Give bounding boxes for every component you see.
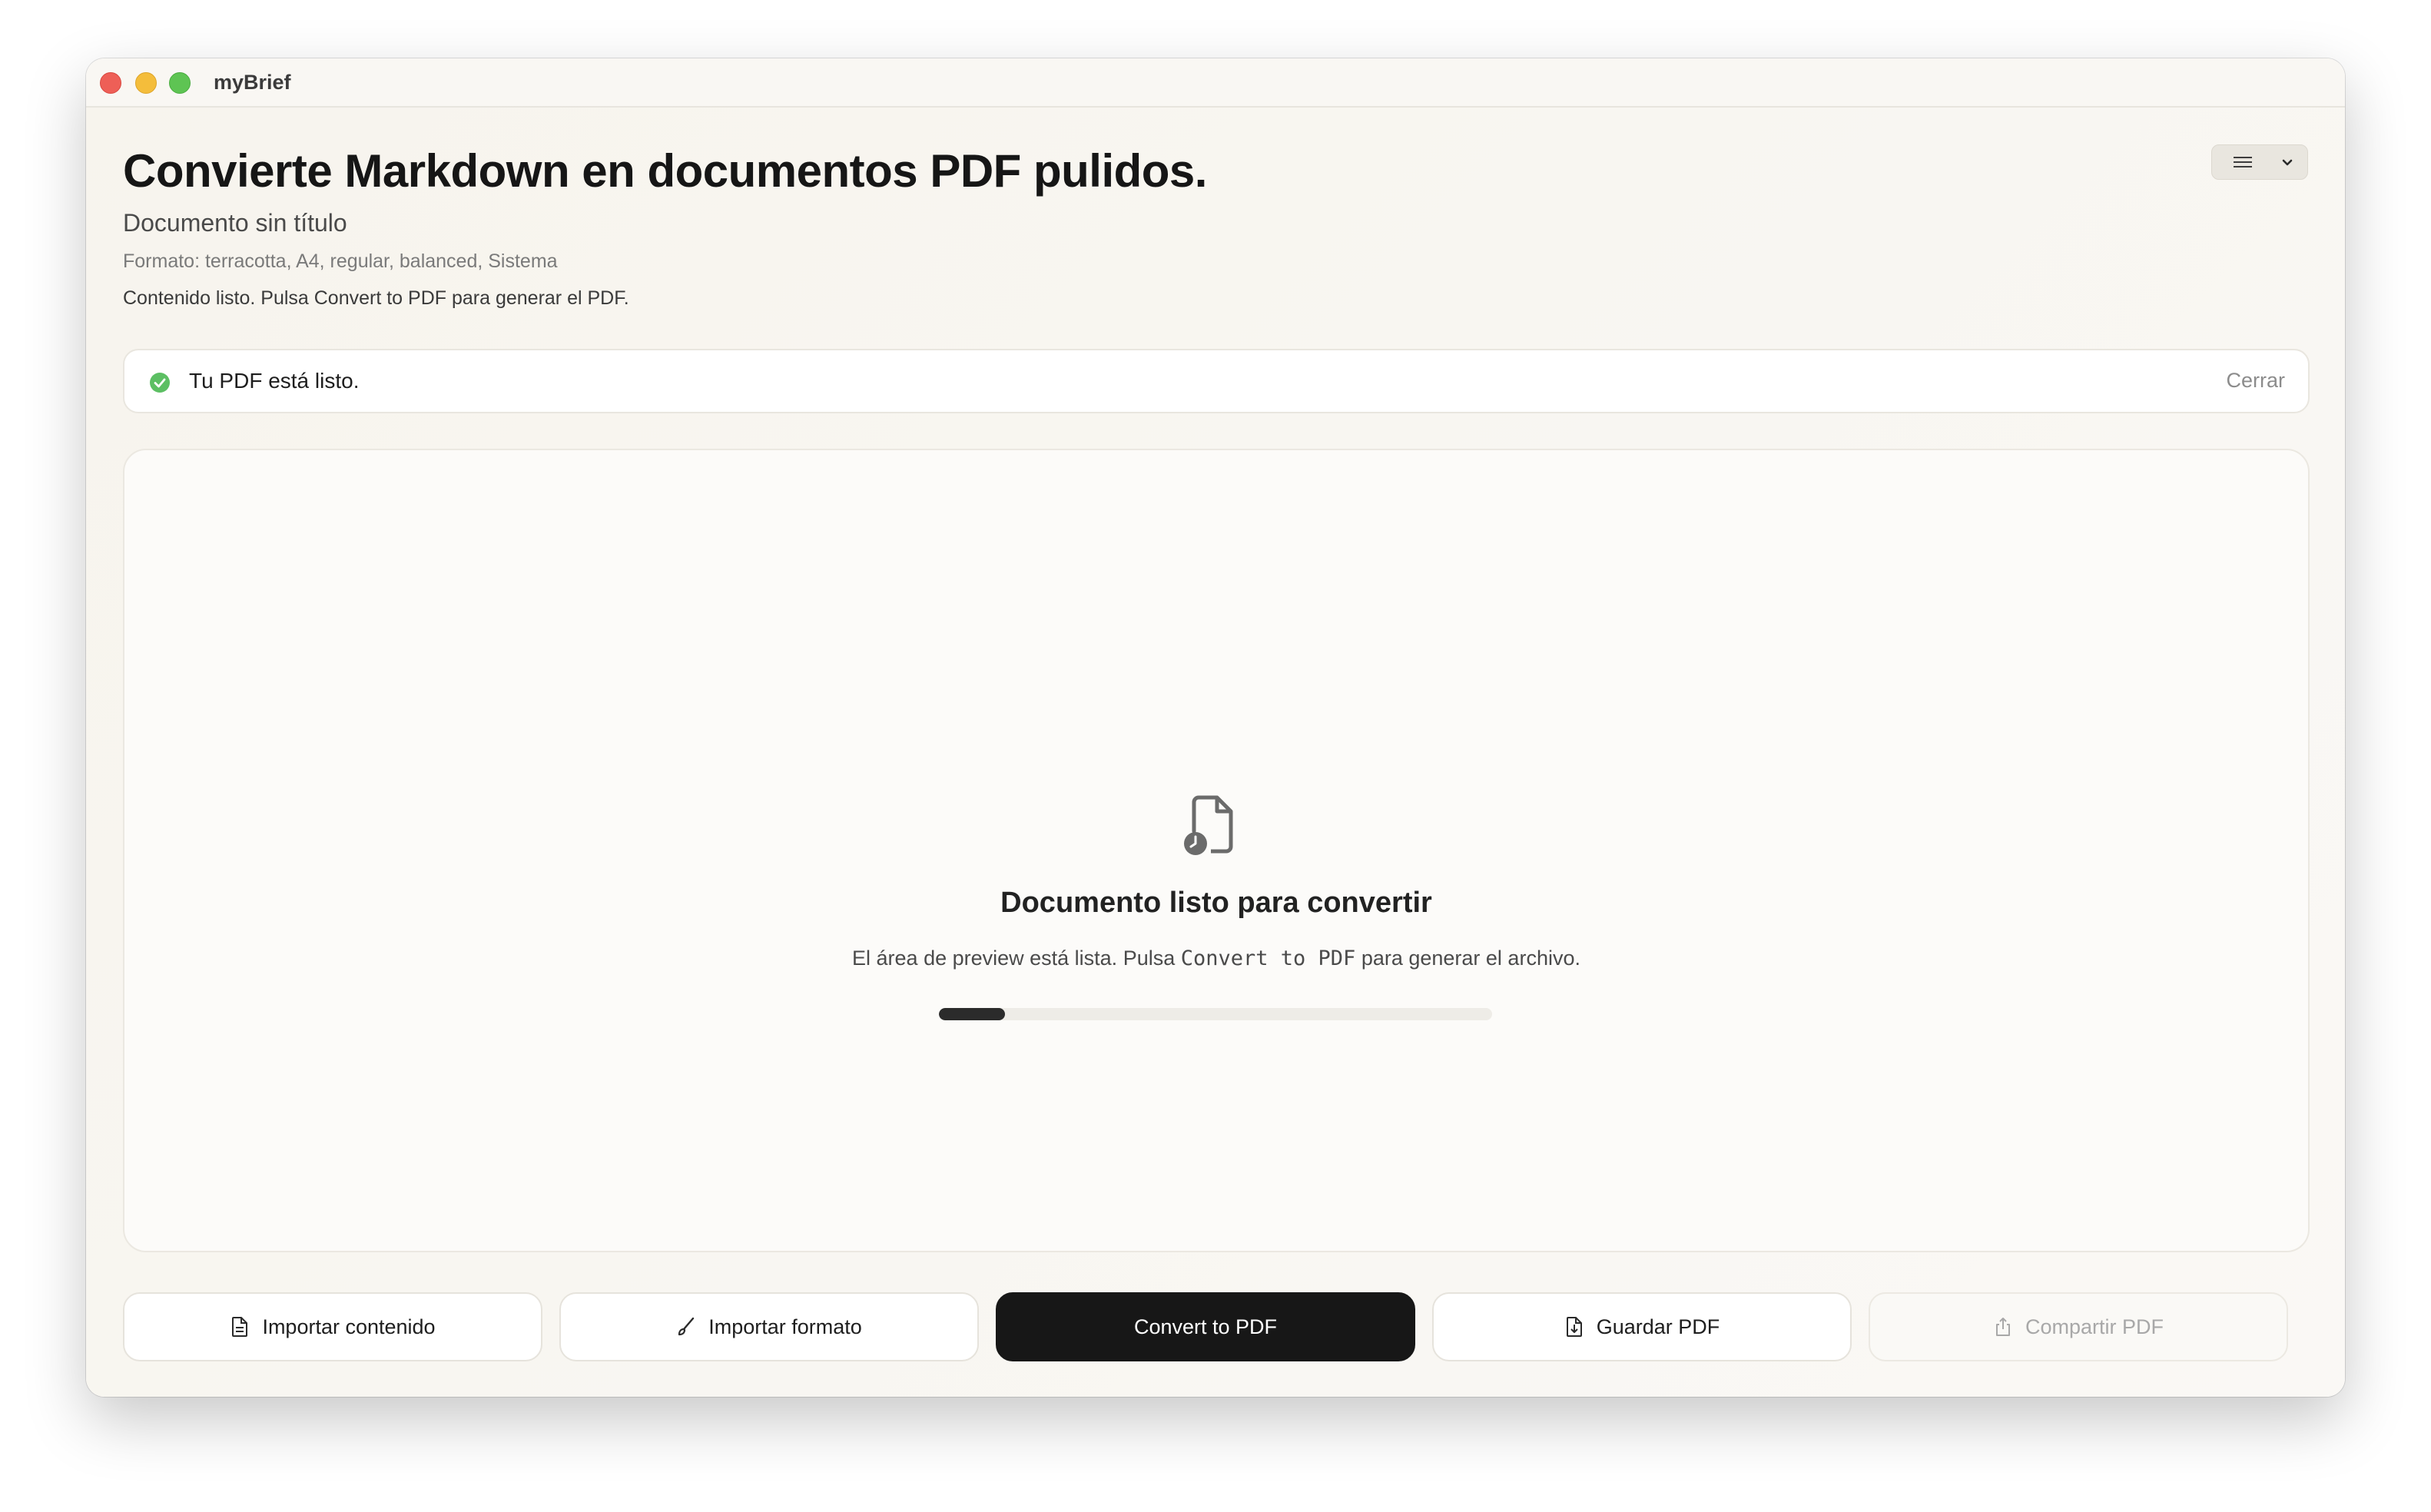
preview-subtitle-code: Convert to PDF — [1180, 947, 1356, 970]
zoom-window-button[interactable] — [169, 72, 191, 94]
preview-subtitle-end: para generar el archivo. — [1355, 947, 1580, 970]
success-banner: Tu PDF está listo. Cerrar — [123, 349, 2310, 413]
preview-title: Documento listo para convertir — [1000, 887, 1432, 919]
progress-fill — [939, 1008, 1006, 1020]
document-clock-icon — [1184, 795, 1233, 855]
minimize-window-button[interactable] — [135, 72, 157, 94]
brush-icon — [678, 1317, 695, 1336]
share-pdf-button[interactable]: Compartir PDF — [1869, 1292, 2288, 1361]
page-headline: Convierte Markdown en documentos PDF pul… — [123, 145, 1207, 197]
options-menu-button[interactable] — [2211, 144, 2308, 180]
import-format-button[interactable]: Importar formato — [559, 1292, 979, 1361]
preview-subtitle: El área de preview está lista. Pulsa Con… — [124, 947, 2308, 970]
share-pdf-label: Compartir PDF — [2025, 1315, 2164, 1338]
window-title: myBrief — [214, 71, 291, 94]
document-download-icon — [1566, 1317, 1582, 1337]
save-pdf-button[interactable]: Guardar PDF — [1432, 1292, 1852, 1361]
share-icon — [1995, 1318, 2010, 1336]
close-banner-button[interactable]: Cerrar — [2226, 369, 2285, 393]
preview-subtitle-start: El área de preview está lista. Pulsa — [852, 947, 1181, 970]
status-message: Contenido listo. Pulsa Convert to PDF pa… — [123, 287, 629, 309]
list-lines-icon — [2234, 157, 2252, 167]
title-bar: myBrief — [86, 58, 2345, 108]
app-window: myBrief Convierte Markdown en documentos… — [86, 58, 2345, 1397]
convert-to-pdf-button[interactable]: Convert to PDF — [996, 1292, 1415, 1361]
close-window-button[interactable] — [100, 72, 121, 94]
convert-label: Convert to PDF — [1133, 1315, 1278, 1338]
progress-bar — [939, 1008, 1492, 1020]
import-format-label: Importar formato — [708, 1315, 862, 1338]
banner-message: Tu PDF está listo. — [189, 369, 360, 393]
chevron-down-icon — [2282, 159, 2293, 166]
document-title: Documento sin título — [123, 209, 347, 237]
format-summary: Formato: terracotta, A4, regular, balanc… — [123, 250, 558, 272]
document-icon — [232, 1317, 248, 1337]
check-circle-icon — [150, 373, 170, 393]
import-content-label: Importar contenido — [262, 1315, 436, 1338]
import-content-button[interactable]: Importar contenido — [123, 1292, 542, 1361]
preview-area: Documento listo para convertir El área d… — [123, 449, 2310, 1252]
save-pdf-label: Guardar PDF — [1596, 1315, 1720, 1338]
